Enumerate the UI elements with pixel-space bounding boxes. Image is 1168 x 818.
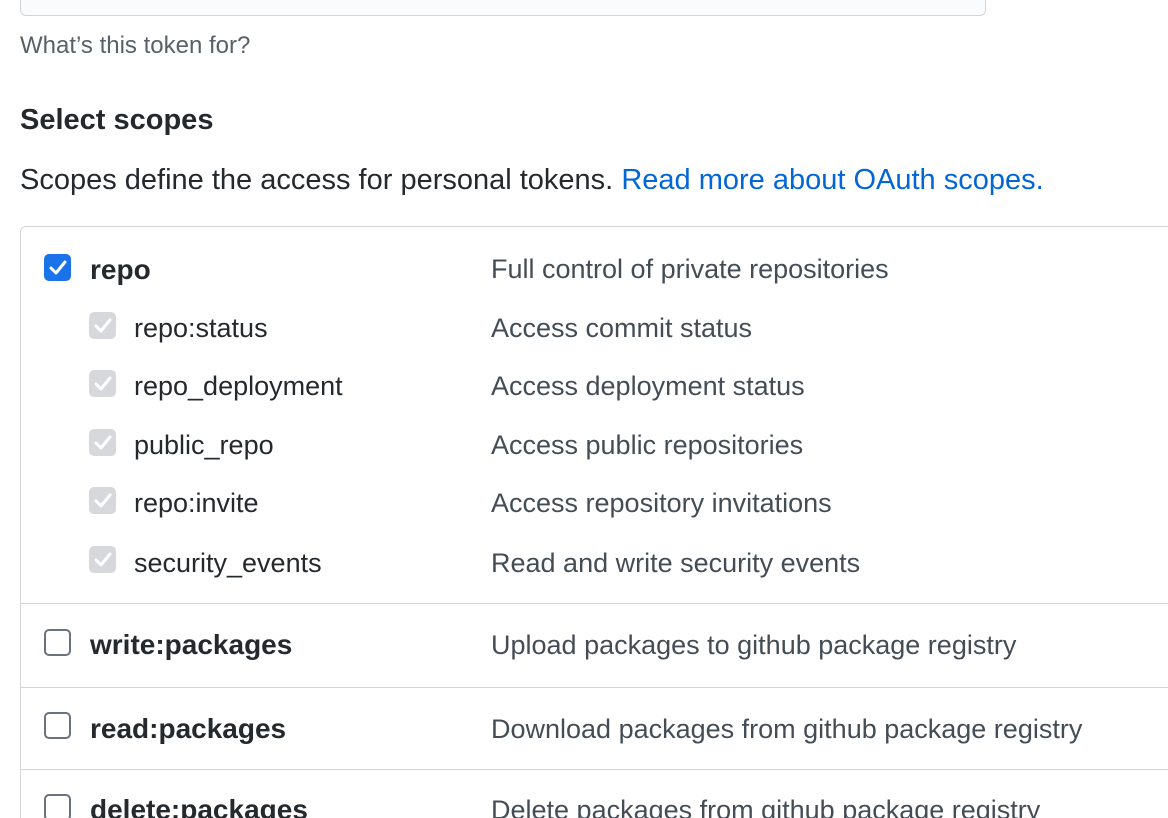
scope-row-repo-invite: repo:invite Access repository invitation… — [0, 484, 1168, 524]
write-packages-checkbox[interactable] — [44, 629, 71, 656]
scope-row-public-repo: public_repo Access public repositories — [0, 426, 1168, 466]
repo-status-checkbox[interactable] — [89, 312, 116, 339]
token-note-hint: What’s this token for? — [20, 32, 251, 59]
repo-deployment-checkbox[interactable] — [89, 370, 116, 397]
scope-name-security-events: security_events — [134, 548, 322, 578]
scope-name-delete-packages: delete:packages — [90, 794, 308, 818]
scope-desc-delete-packages: Delete packages from github package regi… — [491, 795, 1041, 818]
token-scopes-page: What’s this token for? Select scopes Sco… — [0, 0, 1168, 818]
token-note-input[interactable] — [20, 0, 986, 16]
scope-row-delete-packages: delete:packages Delete packages from git… — [0, 790, 1168, 818]
scope-desc-repo-invite: Access repository invitations — [491, 488, 832, 518]
scopes-description-text: Scopes define the access for personal to… — [20, 164, 614, 196]
checkmark-icon — [94, 435, 112, 450]
scope-row-security-events: security_events Read and write security … — [0, 544, 1168, 584]
delete-packages-checkbox[interactable] — [44, 794, 71, 818]
scope-desc-public-repo: Access public repositories — [491, 430, 804, 460]
checkmark-icon — [94, 493, 112, 508]
repo-checkbox[interactable] — [44, 254, 71, 281]
scope-name-repo-invite: repo:invite — [134, 488, 259, 518]
scope-desc-repo-status: Access commit status — [491, 313, 753, 343]
scope-divider — [21, 769, 1168, 770]
public-repo-checkbox[interactable] — [89, 429, 116, 456]
scope-row-read-packages: read:packages Download packages from git… — [0, 710, 1168, 750]
scope-divider — [21, 603, 1168, 604]
security-events-checkbox[interactable] — [89, 546, 116, 573]
scope-desc-read-packages: Download packages from github package re… — [491, 714, 1083, 744]
scope-name-repo: repo — [90, 254, 151, 285]
scope-name-public-repo: public_repo — [134, 430, 274, 460]
scope-divider — [21, 687, 1168, 688]
checkmark-icon — [49, 260, 67, 275]
oauth-scopes-link[interactable]: Read more about OAuth scopes. — [621, 164, 1043, 196]
scope-desc-repo: Full control of private repositories — [491, 254, 889, 284]
checkmark-icon — [94, 318, 112, 333]
checkmark-icon — [94, 552, 112, 567]
select-scopes-heading: Select scopes — [20, 104, 214, 136]
scope-row-write-packages: write:packages Upload packages to github… — [0, 626, 1168, 666]
scope-name-write-packages: write:packages — [90, 629, 293, 660]
scope-name-repo-status: repo:status — [134, 313, 268, 343]
read-packages-checkbox[interactable] — [44, 712, 71, 739]
scope-row-repo: repo Full control of private repositorie… — [0, 250, 1168, 290]
scope-row-repo-deployment: repo_deployment Access deployment status — [0, 366, 1168, 406]
repo-invite-checkbox[interactable] — [89, 487, 116, 514]
checkmark-icon — [94, 376, 112, 391]
scope-desc-write-packages: Upload packages to github package regist… — [491, 630, 1017, 660]
scopes-description: Scopes define the access for personal to… — [20, 164, 1044, 197]
scope-row-repo-status: repo:status Access commit status — [0, 308, 1168, 348]
scope-name-read-packages: read:packages — [90, 713, 287, 744]
scope-desc-repo-deployment: Access deployment status — [491, 371, 805, 401]
scope-desc-security-events: Read and write security events — [491, 548, 861, 578]
scope-name-repo-deployment: repo_deployment — [134, 371, 343, 401]
